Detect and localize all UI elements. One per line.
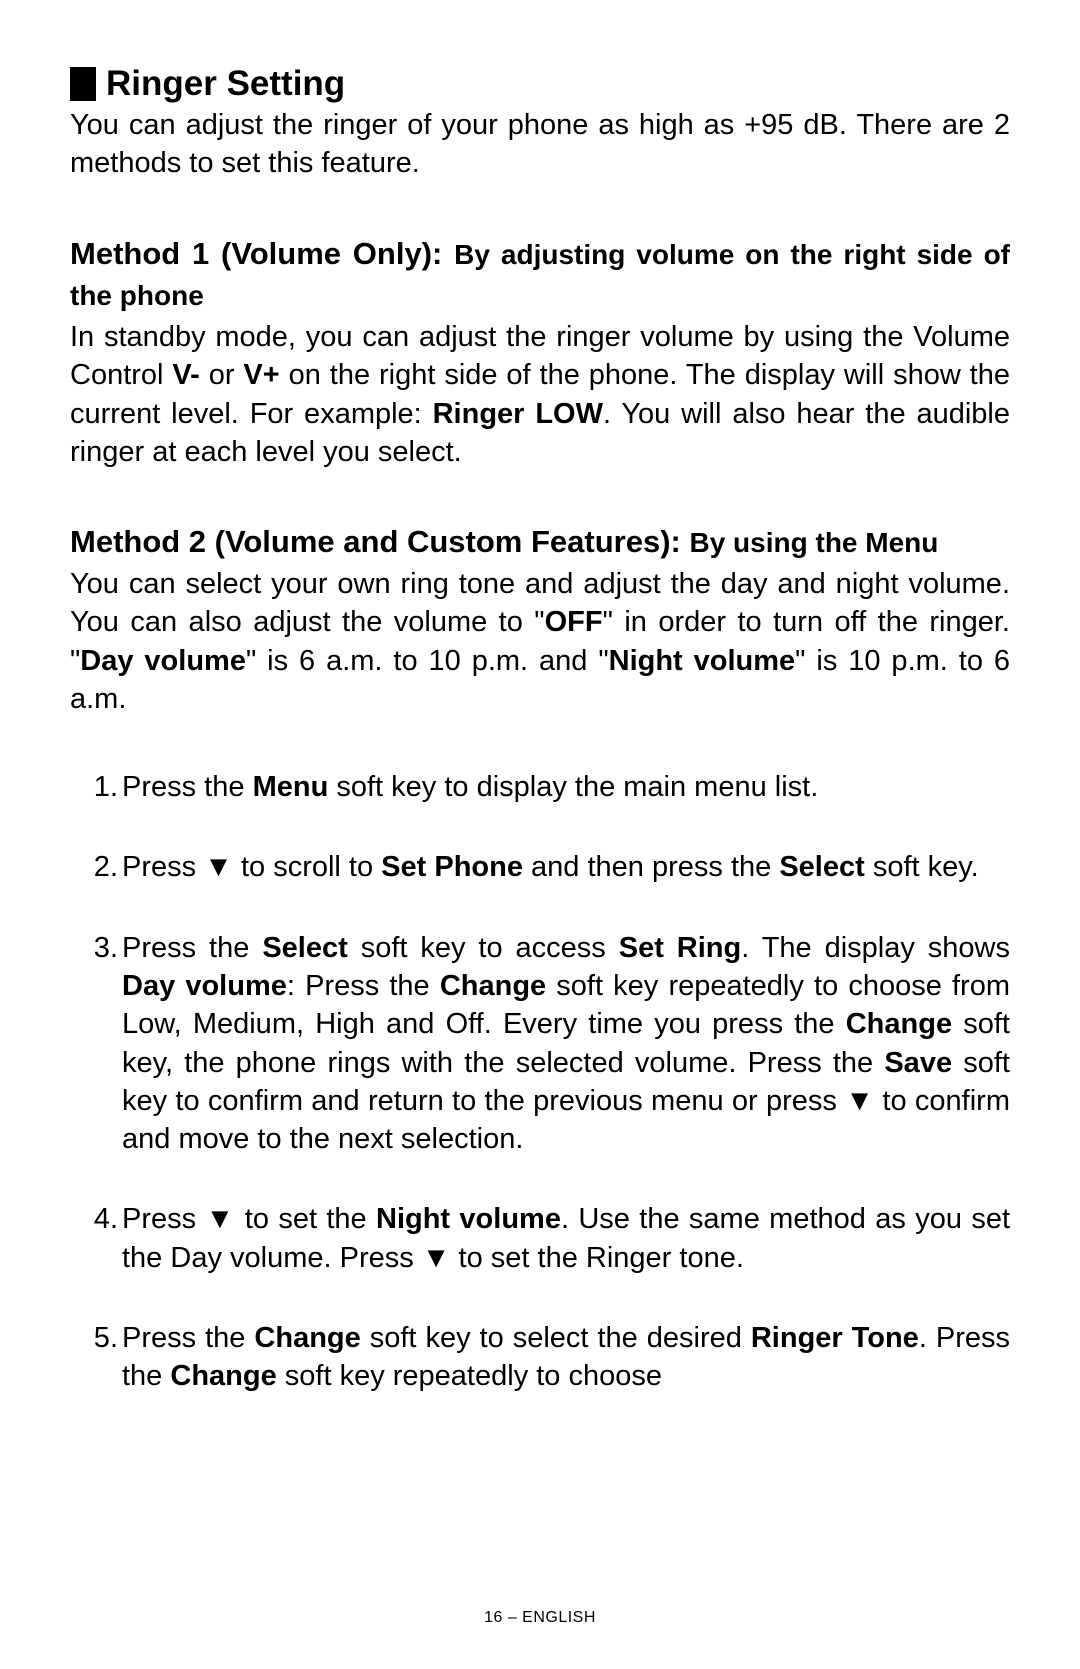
steps-list: Press the Menu soft key to display the m… [70,768,1010,1395]
bold-run: Ringer Tone [751,1322,919,1354]
bold-run: Change [254,1322,360,1354]
bold-run: Select [779,851,864,883]
page-footer: 16 – ENGLISH [0,1609,1080,1627]
bold-run: Night volume [376,1203,561,1235]
text-run: Press the [122,932,262,964]
bold-run: V+ [243,359,279,391]
bold-run: Change [846,1008,952,1040]
heading-marker-icon [70,67,96,101]
text-run: : Press the [287,970,440,1002]
step-5: Press the Change soft key to select the … [122,1319,1010,1396]
bold-run: Night volume [609,645,796,677]
step-4: Press ▼ to set the Night volume. Use the… [122,1200,1010,1277]
text-run: and then press the [523,851,779,883]
text-run: soft key to select the desired [361,1322,751,1354]
method1-title: Method 1 (Volume Only): [70,236,442,271]
bold-run: Day volume [122,970,287,1002]
text-run: soft key. [865,851,979,883]
bold-run: Change [440,970,546,1002]
bold-run: Set Phone [381,851,523,883]
method1-body: In standby mode, you can adjust the ring… [70,318,1010,471]
text-run: or [200,359,244,391]
bold-run: Save [884,1047,952,1079]
text-run: Press the [122,1322,254,1354]
bold-run: V- [172,359,199,391]
text-run: " is 6 a.m. to 10 p.m. and " [246,645,609,677]
bold-run: Ringer LOW [433,398,603,430]
step-2: Press ▼ to scroll to Set Phone and then … [122,848,1010,886]
bold-run: Select [262,932,347,964]
text-run: Press the [122,771,253,803]
method2-title: Method 2 (Volume and Custom Features): [70,524,681,559]
bold-run: OFF [545,606,603,638]
bold-run: Change [170,1360,276,1392]
method2-heading: Method 2 (Volume and Custom Features): B… [70,521,1010,563]
text-run: Press ▼ to scroll to [122,851,381,883]
text-run: soft key to display the main menu list. [328,771,818,803]
section-heading: Ringer Setting [70,64,1010,104]
section-title: Ringer Setting [106,64,345,104]
intro-paragraph: You can adjust the ringer of your phone … [70,106,1010,183]
text-run: soft key to access [348,932,619,964]
text-run: Press ▼ to set the [122,1203,376,1235]
text-run: soft key repeatedly to choose [277,1360,662,1392]
method1-heading: Method 1 (Volume Only): By adjusting vol… [70,233,1010,317]
step-3: Press the Select soft key to access Set … [122,929,1010,1159]
step-1: Press the Menu soft key to display the m… [122,768,1010,806]
method2-body: You can select your own ring tone and ad… [70,565,1010,718]
bold-run: Set Ring [619,932,742,964]
method2-subtitle: By using the Menu [689,527,938,558]
text-run: . The display shows [741,932,1010,964]
bold-run: Day volume [80,645,246,677]
bold-run: Menu [253,771,329,803]
